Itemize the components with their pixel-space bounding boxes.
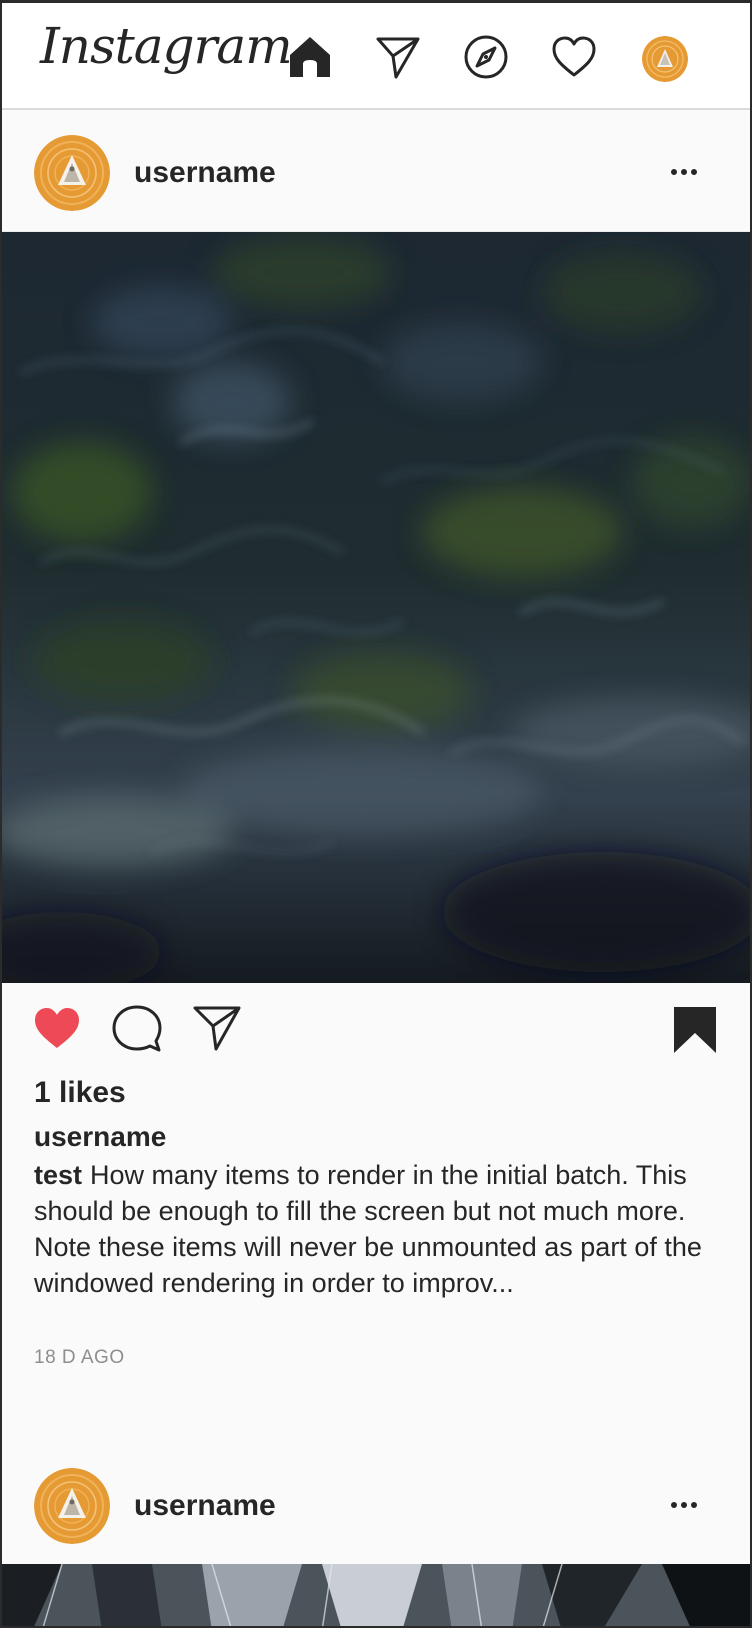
direct-message-icon[interactable]	[374, 33, 422, 81]
save-bookmark-icon[interactable]	[670, 1005, 720, 1055]
post-photo[interactable]	[2, 1564, 750, 1626]
post-actions-bar	[2, 983, 750, 1061]
share-icon[interactable]	[192, 1003, 242, 1053]
post-header: username	[2, 110, 750, 232]
like-heart-icon[interactable]	[32, 1003, 82, 1053]
post-caption: test How many items to render in the init…	[34, 1157, 714, 1301]
post-author-avatar[interactable]	[34, 1468, 110, 1544]
home-icon[interactable]	[286, 33, 334, 81]
comment-icon[interactable]	[112, 1003, 162, 1053]
post-username[interactable]: username	[134, 1489, 276, 1523]
top-navigation-bar: Instagram	[2, 3, 750, 110]
post-timestamp: 18 D AGO	[34, 1347, 125, 1368]
caption-username[interactable]: username	[34, 1121, 166, 1153]
post-options-icon[interactable]	[666, 154, 702, 190]
post-photo[interactable]	[2, 232, 750, 983]
post-header: username	[2, 1441, 750, 1564]
feed-post: username	[2, 1441, 750, 1626]
app-frame: Instagram username 1 likes username test…	[0, 0, 752, 1628]
post-username[interactable]: username	[134, 156, 276, 190]
profile-avatar[interactable]	[642, 36, 688, 82]
explore-compass-icon[interactable]	[462, 33, 510, 81]
activity-heart-icon[interactable]	[550, 33, 598, 81]
likes-count[interactable]: 1 likes	[34, 1076, 126, 1110]
instagram-logo[interactable]: Instagram	[40, 17, 293, 75]
post-options-icon[interactable]	[666, 1487, 702, 1523]
caption-text: How many items to render in the initial …	[34, 1160, 702, 1298]
caption-author[interactable]: test	[34, 1160, 82, 1190]
post-author-avatar[interactable]	[34, 135, 110, 211]
